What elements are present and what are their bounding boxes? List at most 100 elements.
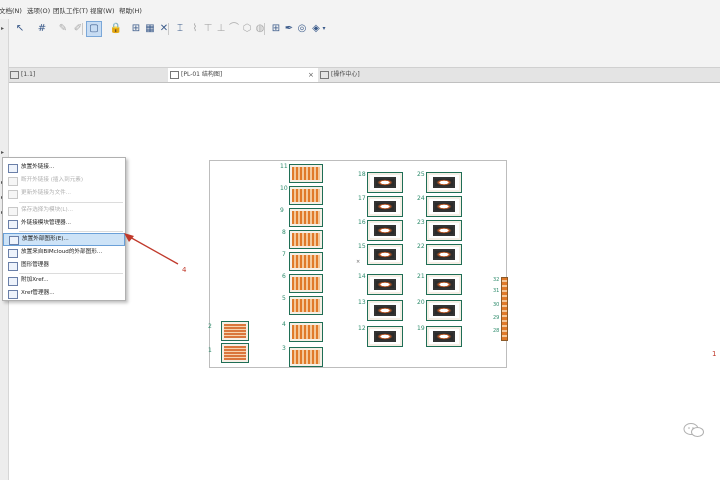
tool-icon[interactable]: ✎ [55,21,71,37]
sheet-number: 9 [280,207,284,214]
sheet-number: 12 [358,325,366,332]
sheet-number: 17 [358,195,366,202]
menu-help[interactable]: 帮助(H) [119,5,142,15]
tab-1-1[interactable]: [1.1] [8,68,170,82]
folder-icon [10,70,19,79]
sheet-number: 24 [417,195,425,202]
drawing-thumbnail[interactable] [426,172,462,193]
sheet-number: 11 [280,163,288,170]
sheet-number: 25 [417,171,425,178]
sheet-number: 29 [493,315,500,321]
drawing-manager-icon [8,262,18,271]
sheet-number: 28 [493,328,500,334]
drawing-icon [9,236,19,245]
sheet-number: 8 [282,229,286,236]
menu-item-update-hotlink: 更新外链接为文件... [3,188,125,199]
layout-sheet[interactable]: 2 1 11 10 9 8 7 6 5 4 3 18 17 16 15 14 1… [208,160,507,368]
drawing-thumbnail[interactable] [221,321,249,341]
menu-options[interactable]: 选项(O) [27,5,50,15]
toolbar-area [0,41,720,67]
close-icon[interactable]: × [308,68,314,82]
xref-icon [8,277,18,286]
origin-mark-icon: × [356,259,361,265]
manager-icon [8,220,18,229]
chevron-down-icon[interactable]: ▾ [316,21,332,37]
drawing-thumbnail[interactable] [367,172,403,193]
drawing-thumbnail[interactable] [426,300,462,321]
menu-item-place-hotlink[interactable]: 放置外链接... [3,162,125,173]
sheet-number: 3 [282,345,286,352]
break-icon [8,177,18,186]
tab-operation-center[interactable]: [操作中心] [318,68,470,82]
drawing-thumbnail[interactable] [289,322,323,342]
menu-file[interactable]: 文档(N) [0,5,22,15]
drawing-thumbnail[interactable] [367,196,403,217]
sheet-number: 7 [282,251,286,258]
menu-item-hotlink-manager[interactable]: 外链接模块管理器... [3,218,125,229]
drawing-thumbnail[interactable] [289,186,323,205]
module-icon [8,207,18,216]
detail-strip[interactable] [501,277,508,341]
drawing-thumbnail[interactable] [289,296,323,315]
menu-item-xref-manager[interactable]: Xref管理器... [3,288,125,299]
drawing-thumbnail[interactable] [289,347,323,367]
tool-icon[interactable]: ✐ [70,21,86,37]
annotation-step-label: 4 [182,266,187,274]
drawing-thumbnail[interactable] [367,220,403,241]
sheet-number: 6 [282,273,286,280]
tab-bar: [1.1] [PL-01 结构图] × [操作中心] [0,67,720,83]
menu-teamwork[interactable]: 团队工作(T) [53,5,88,15]
drawing-thumbnail[interactable] [289,164,323,183]
menu-item-place-external-drawing[interactable]: 放置外部图形(E)... [3,233,125,246]
sheet-number: 16 [358,219,366,226]
tab-structure-plan[interactable]: [PL-01 结构图] × [168,68,318,82]
drawing-thumbnail[interactable] [367,300,403,321]
drawing-thumbnail[interactable] [367,326,403,347]
marquee-icon[interactable]: ▢ [86,21,102,37]
drawing-thumbnail[interactable] [367,274,403,295]
sheet-number: 23 [417,219,425,226]
drawing-thumbnail[interactable] [426,326,462,347]
drawing-thumbnail[interactable] [289,230,323,249]
annotation-edge-label: 1 [712,350,717,358]
pointer-icon[interactable]: ↖ [12,21,28,37]
xref-manager-icon [8,290,18,299]
drawing-thumbnail[interactable] [289,274,323,293]
menu-bar: 文档(N) 选项(O) 团队工作(T) 视窗(W) 帮助(H) [0,0,720,20]
sheet-number: 31 [493,288,500,294]
menu-item-place-bimcloud-drawing[interactable]: 放置来自BIMcloud的外部图形... [3,247,125,258]
cross-icon[interactable]: ✕ [156,21,172,37]
sheet-number: 1 [208,347,212,354]
drawing-thumbnail[interactable] [426,196,462,217]
sheet-number: 21 [417,273,425,280]
menu-item-attach-xref[interactable]: 附加Xref... [3,275,125,286]
wechat-logo-icon [683,423,704,437]
drawing-thumbnail[interactable] [221,343,249,363]
chevron-right-icon[interactable]: ▸ [1,25,4,32]
sheet-number: 22 [417,243,425,250]
sheet-number: 32 [493,277,500,283]
fill-icon[interactable]: ◍ [252,21,268,37]
sheet-number: 14 [358,273,366,280]
drawing-thumbnail[interactable] [426,274,462,295]
drawing-thumbnail[interactable] [426,220,462,241]
sheet-number: 5 [282,295,286,302]
context-menu: 放置外链接... 断开外链接 (插入到元素) 更新外链接为文件... 保存选择为… [2,157,126,301]
dimension-icon[interactable]: ⌶ [172,21,188,37]
drawing-thumbnail[interactable] [426,244,462,265]
menu-item-drawing-manager[interactable]: 图形管理器 [3,260,125,271]
sheet-number: 2 [208,323,212,330]
lock-icon[interactable]: 🔒 [108,21,124,37]
grid-icon[interactable]: # [34,21,50,37]
sheet-number: 13 [358,299,366,306]
sheet-number: 10 [280,185,288,192]
update-icon [8,190,18,199]
chevron-right-icon[interactable]: ▸ [1,149,4,156]
sheet-number: 30 [493,302,500,308]
sheet-number: 20 [417,299,425,306]
drawing-thumbnail[interactable] [289,252,323,271]
menu-window[interactable]: 视窗(W) [90,5,115,15]
drawing-thumbnail[interactable] [367,244,403,265]
sheet-number: 15 [358,243,366,250]
drawing-thumbnail[interactable] [289,208,323,227]
